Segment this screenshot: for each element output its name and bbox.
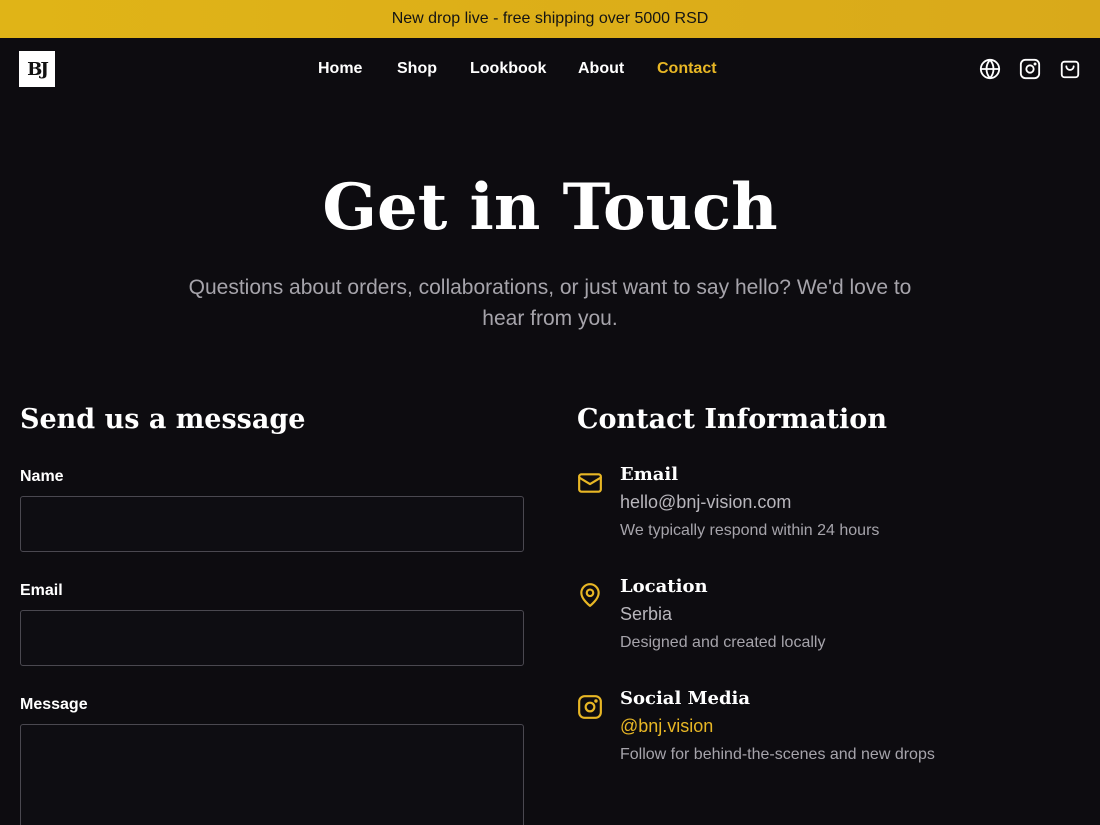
- name-field[interactable]: [20, 496, 524, 552]
- name-label: Name: [20, 468, 64, 485]
- email-label: Email: [20, 582, 63, 599]
- announcement-text: New drop live - free shipping over 5000 …: [391, 10, 709, 27]
- nav-item-shop[interactable]: Shop: [397, 60, 437, 78]
- globe-icon[interactable]: [979, 58, 1001, 80]
- contact-email-value[interactable]: hello@bnj-vision.com: [620, 492, 791, 513]
- instagram-icon: [577, 694, 603, 720]
- nav-item-home[interactable]: Home: [318, 60, 362, 78]
- shopping-bag-icon[interactable]: [1059, 58, 1081, 80]
- message-field[interactable]: [20, 724, 524, 825]
- message-label: Message: [20, 696, 88, 713]
- page: New drop live - free shipping over 5000 …: [0, 0, 1100, 825]
- form-title: Send us a message: [20, 404, 306, 435]
- nav-item-lookbook[interactable]: Lookbook: [470, 60, 546, 78]
- nav-item-about[interactable]: About: [578, 60, 624, 78]
- contact-location-title: Location: [620, 576, 708, 597]
- page-subtitle: Questions about orders, collaborations, …: [188, 276, 912, 330]
- contact-social-note: Follow for behind-the-scenes and new dro…: [620, 746, 935, 763]
- contact-social-title: Social Media: [620, 688, 751, 709]
- contact-location-note: Designed and created locally: [620, 634, 826, 651]
- contact-social-handle[interactable]: @bnj.vision: [620, 716, 713, 737]
- announcement-bar: New drop live - free shipping over 5000 …: [0, 0, 1100, 38]
- contact-info-title: Contact Information: [577, 404, 887, 435]
- contact-email-note: We typically respond within 24 hours: [620, 522, 880, 539]
- page-title: Get in Touch: [322, 170, 778, 245]
- navbar: BJ Home Shop Lookbook About Contact: [0, 38, 1100, 100]
- map-pin-icon: [577, 582, 603, 608]
- nav-links: Home Shop Lookbook About Contact: [0, 60, 1100, 80]
- nav-item-contact[interactable]: Contact: [657, 60, 717, 78]
- email-field[interactable]: [20, 610, 524, 666]
- instagram-icon[interactable]: [1019, 58, 1041, 80]
- contact-email-title: Email: [620, 464, 679, 485]
- contact-location-value: Serbia: [620, 604, 673, 624]
- mail-icon: [577, 470, 603, 496]
